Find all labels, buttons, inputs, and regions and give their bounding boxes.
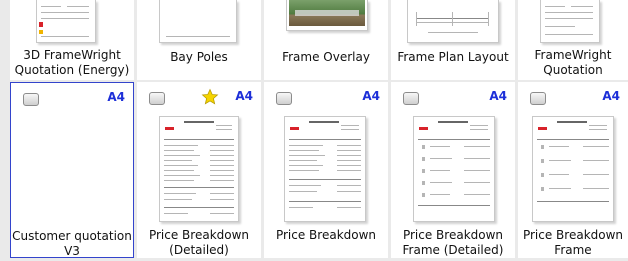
template-tile-price-breakdown-frame[interactable]: A4 Price Breakdown Frame bbox=[518, 82, 628, 258]
template-caption: Customer quotation V3 bbox=[12, 229, 132, 258]
checkbox-icon[interactable] bbox=[276, 92, 292, 105]
template-caption: Price Breakdown Frame bbox=[522, 228, 624, 257]
template-caption: FrameWright Quotation bbox=[534, 48, 612, 77]
template-preview bbox=[159, 0, 237, 43]
template-caption: Bay Poles bbox=[170, 50, 228, 64]
template-preview bbox=[532, 116, 614, 222]
checkbox-icon[interactable] bbox=[403, 92, 419, 105]
template-gallery: 3D FrameWright Quotation (Energy) Bay Po… bbox=[0, 0, 628, 261]
template-caption: Frame Plan Layout bbox=[397, 50, 509, 64]
template-tile-framewright-quotation[interactable]: FrameWright Quotation bbox=[518, 0, 628, 80]
template-tile-frame-plan-layout[interactable]: Frame Plan Layout bbox=[391, 0, 515, 80]
template-caption: Price Breakdown bbox=[275, 228, 377, 242]
paper-size-label: A4 bbox=[489, 89, 507, 103]
paper-size-label: A4 bbox=[235, 89, 253, 103]
template-preview bbox=[284, 116, 366, 222]
star-icon[interactable] bbox=[201, 88, 219, 106]
template-tile-price-breakdown[interactable]: A4 Price Breakdown bbox=[264, 82, 388, 258]
template-tile-3d-framewright-quotation-energy[interactable]: 3D FrameWright Quotation (Energy) bbox=[10, 0, 134, 80]
template-tile-bay-poles[interactable]: Bay Poles bbox=[137, 0, 261, 80]
template-caption: 3D FrameWright Quotation (Energy) bbox=[14, 48, 130, 77]
template-tile-frame-overlay[interactable]: Frame Overlay bbox=[264, 0, 388, 80]
template-caption: Frame Overlay bbox=[282, 50, 370, 64]
template-tile-price-breakdown-detailed[interactable]: A4 Price Breakdown (Detailed) bbox=[137, 82, 261, 258]
checkbox-icon[interactable] bbox=[149, 92, 165, 105]
template-preview bbox=[36, 0, 96, 43]
template-preview bbox=[286, 0, 368, 31]
template-preview bbox=[413, 116, 495, 222]
template-preview bbox=[159, 116, 239, 222]
checkbox-icon[interactable] bbox=[530, 92, 546, 105]
paper-size-label: A4 bbox=[362, 89, 380, 103]
paper-size-label: A4 bbox=[602, 89, 620, 103]
template-tile-customer-quotation-v3[interactable]: A4 Customer quotation V3 bbox=[10, 82, 134, 258]
template-preview bbox=[540, 0, 600, 43]
paper-size-label: A4 bbox=[107, 90, 125, 104]
template-caption: Price Breakdown (Detailed) bbox=[148, 228, 250, 257]
frame-photo bbox=[289, 0, 365, 26]
template-caption: Price Breakdown Frame (Detailed) bbox=[402, 228, 504, 257]
template-preview bbox=[407, 0, 499, 43]
checkbox-icon[interactable] bbox=[23, 93, 39, 106]
template-tile-price-breakdown-frame-detailed[interactable]: A4 Price Breakdown Frame (Detailed) bbox=[391, 82, 515, 258]
